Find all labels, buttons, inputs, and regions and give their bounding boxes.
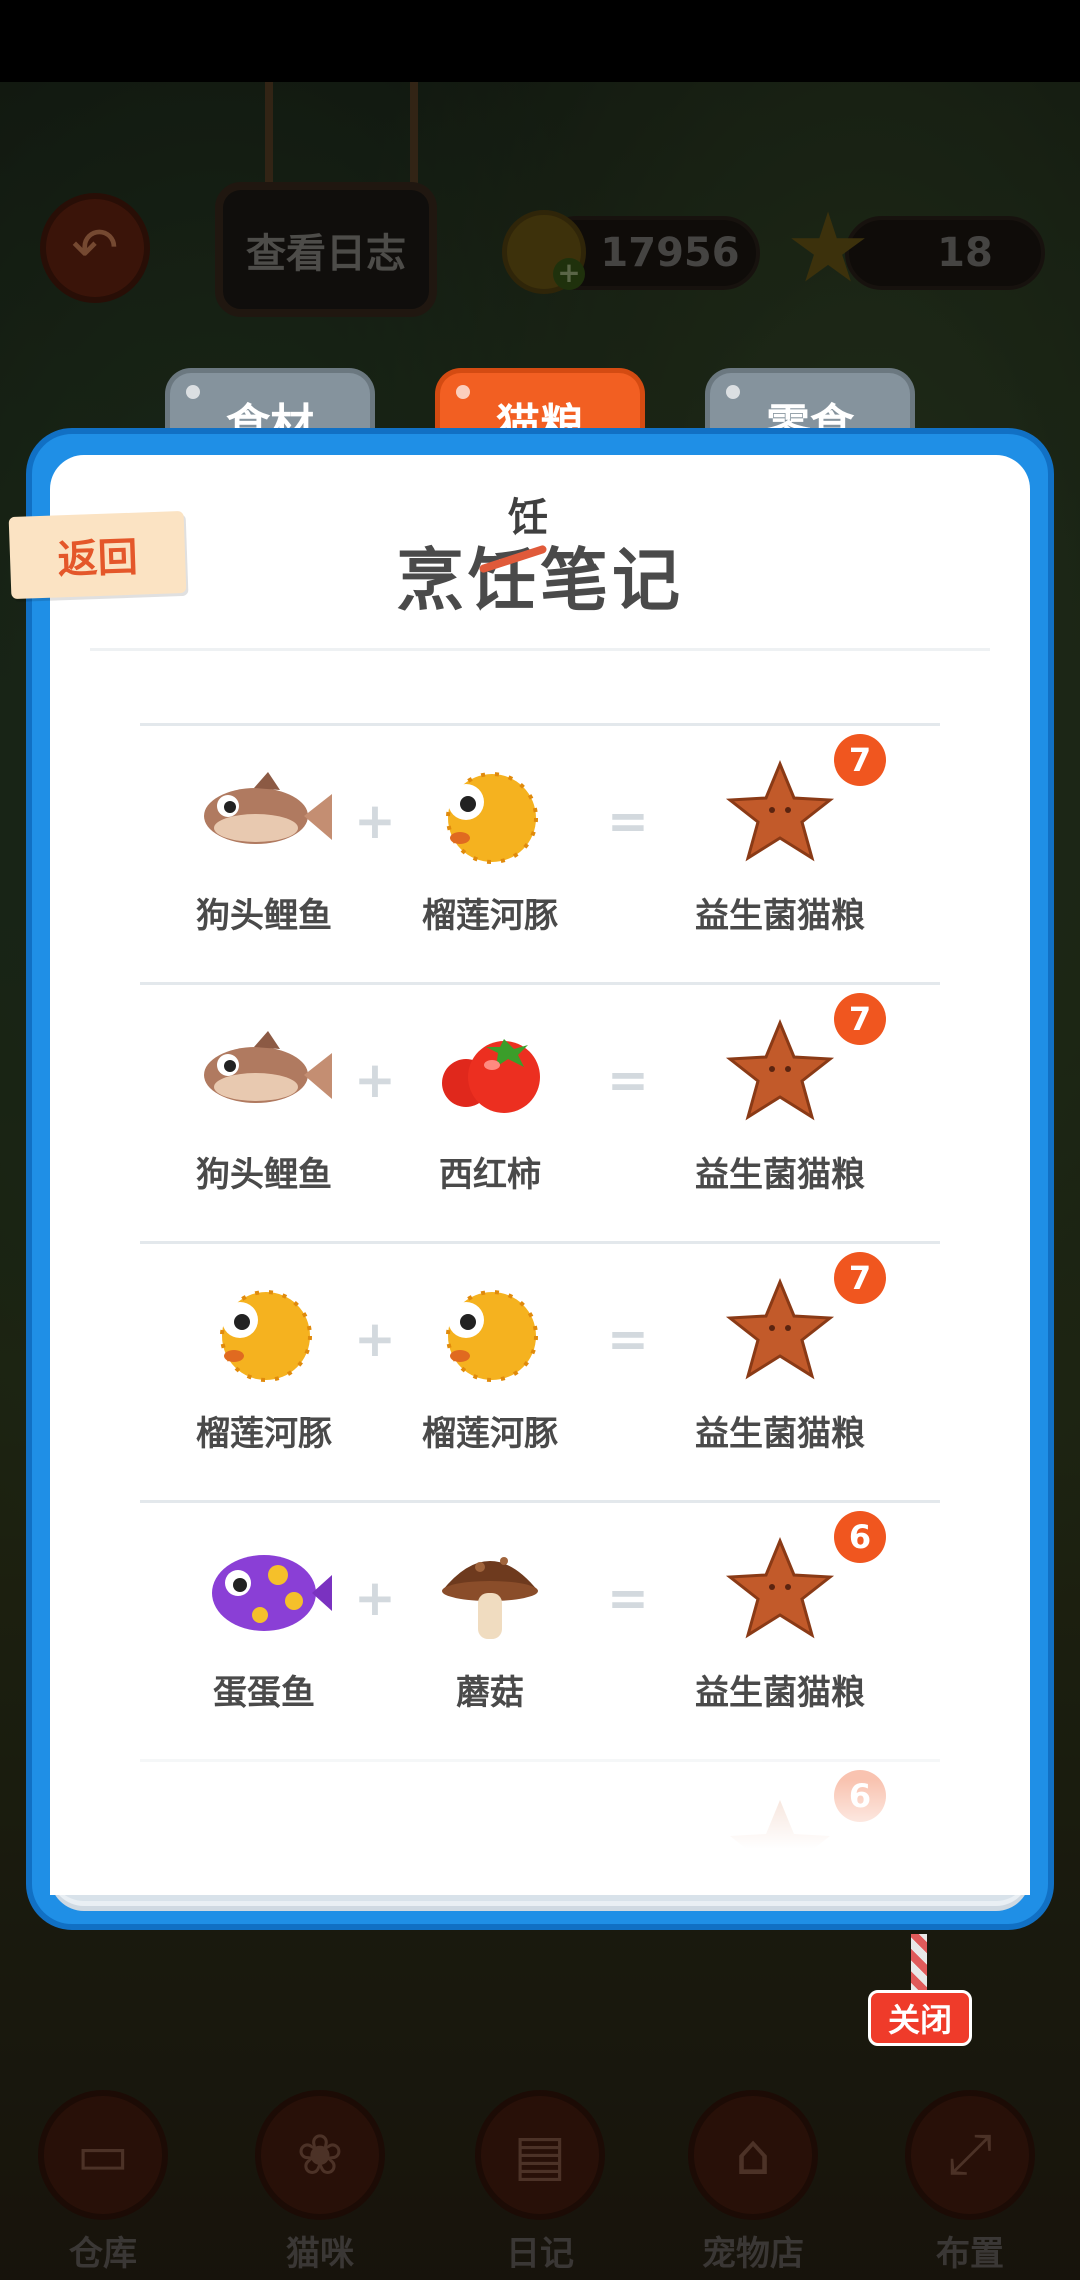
ingredient-a-name: 狗头鲤鱼 bbox=[196, 1155, 332, 1195]
count-badge: 6 bbox=[834, 1511, 886, 1563]
ingredient-b-name: 西红柿 bbox=[439, 1155, 541, 1195]
puffer-fish-icon bbox=[420, 754, 560, 874]
ingredient-b: 西红柿 bbox=[390, 1013, 590, 1196]
ingredient-b-name: 榴莲河豚 bbox=[422, 1414, 558, 1454]
star-cookie-icon bbox=[710, 1013, 850, 1133]
puffer-fish-icon bbox=[420, 1272, 560, 1392]
result-name: 益生菌猫粮 bbox=[695, 896, 865, 936]
equals-sign: = bbox=[607, 792, 649, 850]
equals-sign: = bbox=[607, 1310, 649, 1368]
ingredient-b-name: 蘑菇 bbox=[456, 1673, 524, 1713]
star-cookie-icon bbox=[710, 1531, 850, 1651]
ingredient-a: 榴莲河豚 bbox=[164, 1272, 364, 1455]
carp-fish-icon bbox=[194, 1013, 334, 1133]
recipe-row[interactable]: 狗头鲤鱼 + 西红柿 = 益生菌猫粮 7 bbox=[140, 982, 940, 1241]
star-cookie-icon bbox=[710, 754, 850, 874]
carp-fish-icon bbox=[194, 754, 334, 874]
egg-fish-icon bbox=[194, 1531, 334, 1651]
puffer-fish-icon bbox=[194, 1272, 334, 1392]
recipe-row[interactable]: 蛋蛋鱼 + 蘑菇 = 益生菌猫粮 6 bbox=[140, 1500, 940, 1759]
result-name: 益生菌猫粮 bbox=[695, 1155, 865, 1195]
tomato-icon bbox=[420, 1013, 560, 1133]
ingredient-a: 狗头鲤鱼 bbox=[164, 754, 364, 937]
scroll-fade bbox=[50, 1780, 1030, 1895]
ingredient-b: 蘑菇 bbox=[390, 1531, 590, 1714]
ingredient-a: 蛋蛋鱼 bbox=[164, 1531, 364, 1714]
ingredient-a-name: 榴莲河豚 bbox=[196, 1414, 332, 1454]
title-correction: 饪 bbox=[508, 495, 548, 541]
close-tag-string bbox=[911, 1934, 927, 1994]
ingredient-b-name: 榴莲河豚 bbox=[422, 896, 558, 936]
close-button[interactable]: 关闭 bbox=[868, 1990, 972, 2046]
equals-sign: = bbox=[607, 1051, 649, 1109]
ingredient-b: 榴莲河豚 bbox=[390, 1272, 590, 1455]
status-bar bbox=[0, 0, 1080, 82]
result-name: 益生菌猫粮 bbox=[695, 1673, 865, 1713]
return-label: 返回 bbox=[56, 534, 139, 584]
return-button[interactable]: 返回 bbox=[8, 510, 187, 600]
recipe-row[interactable]: 狗头鲤鱼 + 榴莲河豚 = 益生菌猫粮 7 bbox=[140, 723, 940, 982]
ingredient-b: 榴莲河豚 bbox=[390, 754, 590, 937]
ingredient-a: 狗头鲤鱼 bbox=[164, 1013, 364, 1196]
count-badge: 7 bbox=[834, 993, 886, 1045]
close-label: 关闭 bbox=[887, 2001, 952, 2039]
divider bbox=[90, 648, 990, 651]
result-name: 益生菌猫粮 bbox=[695, 1414, 865, 1454]
ingredient-a-name: 蛋蛋鱼 bbox=[213, 1673, 315, 1713]
equals-sign: = bbox=[607, 1569, 649, 1627]
mushroom-icon bbox=[420, 1531, 560, 1651]
recipe-row[interactable]: 榴莲河豚 + 榴莲河豚 = 益生菌猫粮 7 bbox=[140, 1241, 940, 1500]
star-cookie-icon bbox=[710, 1272, 850, 1392]
count-badge: 7 bbox=[834, 734, 886, 786]
count-badge: 7 bbox=[834, 1252, 886, 1304]
ingredient-a-name: 狗头鲤鱼 bbox=[196, 896, 332, 936]
